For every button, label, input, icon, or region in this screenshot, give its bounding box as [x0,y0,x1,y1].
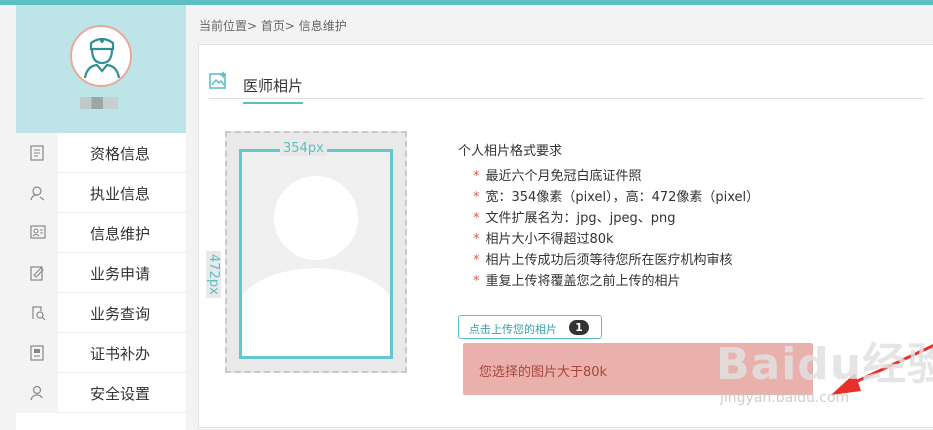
avatar[interactable] [70,25,132,87]
watermark: Baidu经验 jingyan.baidu.com [712,328,933,420]
sidebar-item-label: 业务申请 [90,265,151,283]
list-item: * 文件扩展名为：jpg、jpeg、png [473,211,676,226]
shield-user-icon [30,385,43,401]
photo-height-label: 472px [206,251,221,298]
sidebar-item-practice[interactable]: 执业信息 [16,173,186,213]
sidebar-item-qualification[interactable]: 资格信息 [16,133,186,173]
document-icon [30,145,44,161]
sidebar-item-label: 信息维护 [90,225,151,243]
upload-button-label: 点击上传您的相片 [469,323,557,336]
sidebar-item-label: 资格信息 [90,145,151,163]
error-message-text: 您选择的图片大于80k [479,365,608,380]
list-item: * 相片上传成功后须等待您所在医疗机构审核 [473,253,733,268]
page-title: 医师相片 [243,75,304,104]
certificate-icon [30,345,44,361]
sidebar-item-security[interactable]: 安全设置 [16,373,186,413]
watermark-logo-text: Baidu经验 [716,339,933,390]
list-item: * 相片大小不得超过80k [473,232,614,247]
watermark-url: jingyan.baidu.com [720,390,850,406]
panel-header: 医师相片 [209,71,924,104]
sidebar-item-business-apply[interactable]: 业务申请 [16,253,186,293]
search-doc-icon [32,306,46,321]
photo-placeholder [239,149,393,359]
sidebar-item-label: 证书补办 [90,345,151,363]
list-item: * 最近六个月免冠白底证件照 [473,169,642,184]
sidebar-item-label: 执业信息 [90,185,151,203]
image-edit-icon [209,72,226,89]
photo-width-label: 354px [280,141,327,156]
sidebar-item-business-query[interactable]: 业务查询 [16,293,186,333]
requirements-list: * 最近六个月免冠白底证件照 * 宽：354像素（pixel），高：472像素（pi… [473,166,759,292]
edit-form-icon [30,266,44,281]
sidebar-item-certificate-reissue[interactable]: 证书补办 [16,333,186,373]
list-item: * 宽：354像素（pixel），高：472像素（pixel） [473,190,760,205]
sidebar-item-info-maintenance[interactable]: 信息维护 [16,213,186,253]
sidebar-item-label: 业务查询 [90,305,151,323]
breadcrumb: 当前位置> 首页> 信息维护 [199,19,347,33]
step-badge: 1 [569,320,589,335]
sidebar-menu: 资格信息 执业信息 信息维护 业务申请 业务查询 证书补办 安全设置 [16,133,186,413]
username-blurred [80,97,118,109]
upload-photo-button[interactable]: 点击上传您的相片 1 [458,315,602,339]
doctor-icon [83,37,121,79]
profile-card [16,5,186,133]
photo-preview[interactable]: 354px 472px [206,131,407,373]
sidebar-item-label: 安全设置 [90,385,151,403]
sidebar: 资格信息 执业信息 信息维护 业务申请 业务查询 证书补办 安全设置 [16,5,186,430]
requirements-title: 个人相片格式要求 [458,144,563,159]
user-search-icon [30,186,45,201]
id-card-icon [30,225,46,239]
person-silhouette-icon [242,176,390,356]
list-item: * 重复上传将覆盖您之前上传的相片 [473,274,681,289]
